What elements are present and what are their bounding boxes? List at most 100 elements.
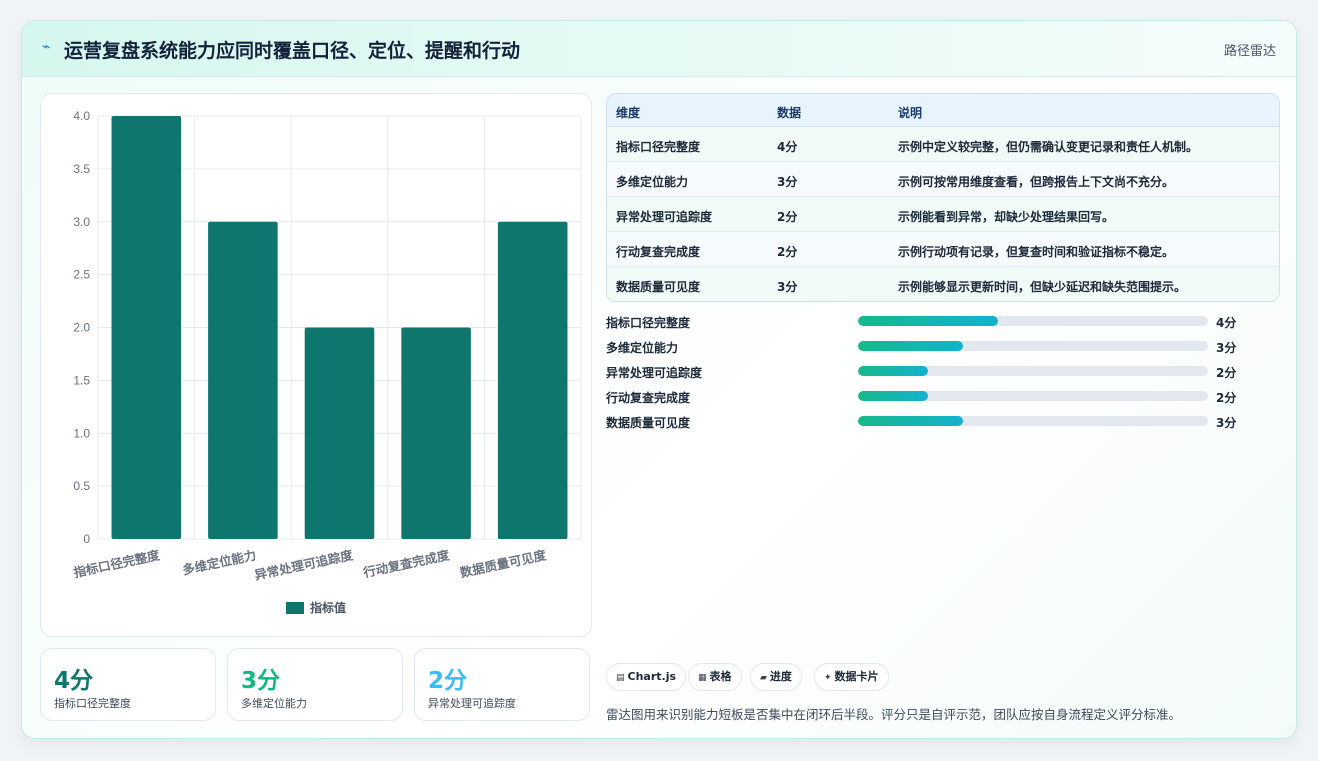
kpi-card: 4分 指标口径完整度: [40, 648, 216, 721]
table-cell-score: 3分: [777, 280, 798, 294]
y-tick-label: 2.0: [73, 321, 90, 335]
kpi-label: 异常处理可追踪度: [428, 697, 516, 710]
y-tick-label: 0.5: [73, 479, 90, 493]
progress-row: 行动复查完成度 2分: [606, 388, 1256, 413]
progress-label: 数据质量可见度: [606, 416, 691, 430]
table-cell-desc: 示例中定义较完整，但仍需确认变更记录和责任人机制。: [898, 140, 1199, 154]
kpi-card: 3分 多维定位能力: [227, 648, 403, 721]
y-tick-label: 2.5: [73, 268, 90, 282]
progress-list: 指标口径完整度 4分 多维定位能力 3分 异常处理可追踪度 2分 行动复查完成度…: [606, 313, 1256, 438]
table-row: 指标口径完整度 4分 示例中定义较完整，但仍需确认变更记录和责任人机制。: [607, 127, 1279, 162]
progress-label: 多维定位能力: [606, 341, 679, 355]
progress-label: 指标口径完整度: [606, 316, 691, 330]
table-cell-score: 2分: [777, 210, 798, 224]
table-cell-dim: 异常处理可追踪度: [616, 210, 713, 224]
y-tick-label: 3.0: [73, 215, 90, 229]
table-cell-desc: 示例可按常用维度查看，但跨报告上下文尚不充分。: [898, 175, 1175, 189]
progress-fill: [858, 341, 963, 351]
chip-label: 数据卡片: [834, 670, 879, 683]
card-icon: ✦: [824, 673, 832, 683]
progress-fill: [858, 391, 928, 401]
progress-value: 3分: [1216, 416, 1237, 430]
table-icon: ▦: [698, 673, 707, 683]
bar: [401, 327, 471, 539]
chip-progress[interactable]: ▰ 进度: [750, 663, 802, 691]
progress-track: [858, 391, 1208, 401]
table-cell-desc: 示例能看到异常，却缺少处理结果回写。: [898, 210, 1115, 224]
bar: [497, 221, 568, 539]
progress-label: 异常处理可追踪度: [606, 366, 703, 380]
progress-row: 异常处理可追踪度 2分: [606, 363, 1256, 388]
chip-data-card[interactable]: ✦ 数据卡片: [814, 663, 889, 691]
table-cell-desc: 示例能够显示更新时间，但缺少延迟和缺失范围提示。: [898, 280, 1187, 294]
chart-icon: ▤: [616, 673, 625, 683]
progress-track: [858, 341, 1208, 351]
table-row: 异常处理可追踪度 2分 示例能看到异常，却缺少处理结果回写。: [607, 197, 1279, 232]
page-title: 运营复盘系统能力应同时覆盖口径、定位、提醒和行动: [64, 40, 521, 62]
progress-track: [858, 416, 1208, 426]
progress-row: 指标口径完整度 4分: [606, 313, 1256, 338]
progress-value: 4分: [1216, 316, 1237, 330]
bar-chart: 0 0.5 1.0 1.5 2.0 2.5 3.0 3.5 4.0 指标口径完整度 多维定位能力异常…: [72, 109, 582, 615]
kpi-value: 3分: [241, 668, 281, 694]
table-row: 行动复查完成度 2分 示例行动项有记录，但复查时间和验证指标不稳定。: [607, 232, 1279, 267]
y-tick-label: 3.5: [73, 162, 90, 176]
table-row: 数据质量可见度 3分 示例能够显示更新时间，但缺少延迟和缺失范围提示。: [607, 267, 1279, 301]
x-tick-label: 指标口径完整度: [72, 547, 161, 580]
table-header-dim: 维度: [616, 106, 641, 120]
bolt-icon: ⌁: [42, 39, 51, 55]
table-cell-dim: 指标口径完整度: [616, 140, 701, 154]
bar-chart-panel: 0 0.5 1.0 1.5 2.0 2.5 3.0 3.5 4.0 指标口径完整度 多维定位能力 异常…: [40, 93, 592, 637]
chip-label: 表格: [709, 670, 732, 683]
chip-chartjs[interactable]: ▤ Chart.js: [606, 663, 687, 691]
progress-value: 2分: [1216, 366, 1237, 380]
progress-track: [858, 366, 1208, 376]
x-tick-label: 多维定位能力: [181, 547, 257, 577]
x-tick-label: 异常处理可追踪度: [253, 547, 354, 583]
y-tick-label: 1.0: [73, 426, 90, 440]
table-cell-score: 3分: [777, 175, 798, 189]
y-tick-label: 4.0: [73, 109, 90, 123]
legend-label: 指标值: [310, 600, 346, 615]
table-cell-score: 2分: [777, 245, 798, 259]
table-cell-score: 4分: [777, 140, 798, 154]
kpi-card: 2分 异常处理可追踪度: [414, 648, 590, 721]
table-cell-dim: 行动复查完成度: [616, 245, 701, 259]
table-row: 多维定位能力 3分 示例可按常用维度查看，但跨报告上下文尚不充分。: [607, 162, 1279, 197]
footnote: 雷达图用来识别能力短板是否集中在闭环后半段。评分只是自评示范，团队应按自身流程定…: [606, 707, 1182, 722]
table-header: 维度 数据 说明: [607, 94, 1279, 127]
progress-track: [858, 316, 1208, 326]
kpi-value: 2分: [428, 668, 468, 694]
chip-table[interactable]: ▦ 表格: [688, 663, 742, 691]
y-tick-label: 0: [83, 532, 90, 546]
bar: [304, 327, 375, 539]
kpi-value: 4分: [54, 668, 94, 694]
progress-value: 2分: [1216, 391, 1237, 405]
table-cell-dim: 数据质量可见度: [616, 280, 701, 294]
card-header: ⌁ 运营复盘系统能力应同时覆盖口径、定位、提醒和行动 路径雷达: [22, 21, 1296, 77]
progress-value: 3分: [1216, 341, 1237, 355]
kpi-label: 多维定位能力: [241, 697, 307, 710]
chip-label: Chart.js: [627, 670, 677, 683]
table-header-desc: 说明: [898, 106, 923, 120]
bar: [208, 221, 278, 539]
bar: [111, 116, 182, 539]
table-cell-desc: 示例行动项有记录，但复查时间和验证指标不稳定。: [898, 245, 1175, 259]
progress-fill: [858, 416, 963, 426]
progress-row: 数据质量可见度 3分: [606, 413, 1256, 438]
y-tick-label: 1.5: [73, 373, 90, 387]
table-header-score: 数据: [777, 106, 802, 120]
progress-row: 多维定位能力 3分: [606, 338, 1256, 363]
x-tick-label: 行动复查完成度: [361, 547, 451, 580]
kpi-label: 指标口径完整度: [54, 697, 131, 710]
progress-fill: [858, 316, 998, 326]
x-tick-label: 数据质量可见度: [458, 547, 548, 580]
progress-fill: [858, 366, 928, 376]
legend-swatch: [286, 602, 304, 614]
score-table: 维度 数据 说明 指标口径完整度 4分 示例中定义较完整，但仍需确认变更记录和责…: [606, 93, 1280, 302]
table-cell-dim: 多维定位能力: [616, 175, 689, 189]
progress-icon: ▰: [760, 673, 767, 683]
header-tag: 路径雷达: [1223, 44, 1276, 59]
progress-label: 行动复查完成度: [606, 391, 691, 405]
report-card: ⌁ 运营复盘系统能力应同时覆盖口径、定位、提醒和行动 路径雷达 0 0.5 1.0 1…: [21, 20, 1297, 739]
